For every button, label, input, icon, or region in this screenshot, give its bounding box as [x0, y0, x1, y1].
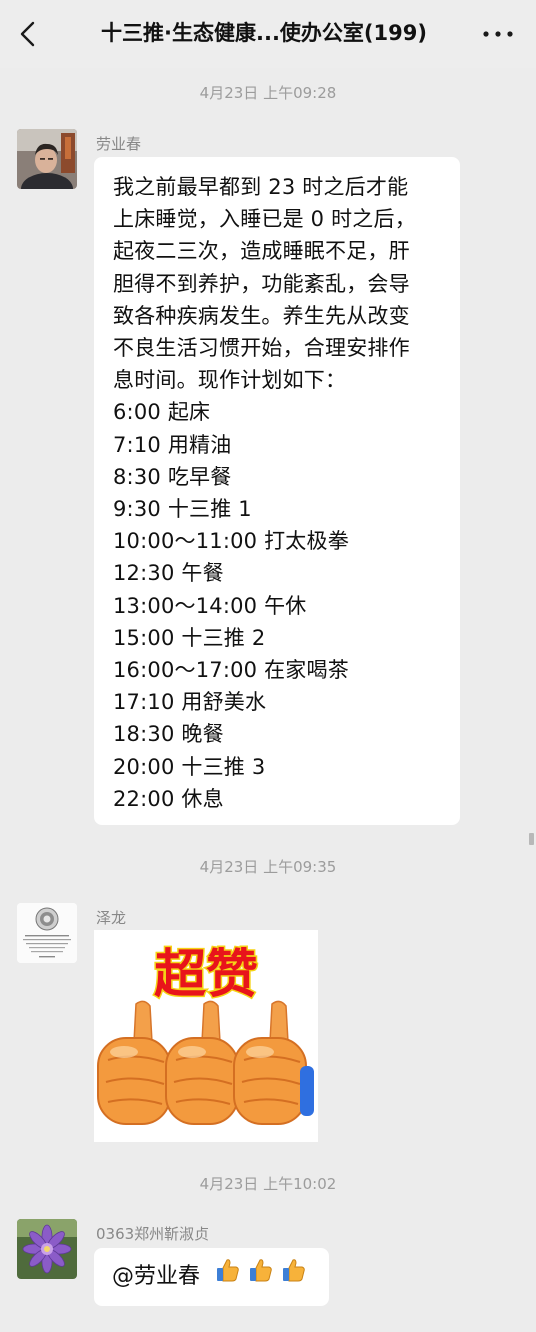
chat-title: 十三推·生态健康...使办公室(199)	[101, 21, 427, 45]
back-button[interactable]	[14, 18, 44, 50]
schedule-item: 16:00～17:00 在家喝茶	[113, 658, 349, 683]
sticker-text: 超赞	[154, 944, 258, 1005]
schedule-item: 8:30 吃早餐	[113, 464, 232, 489]
seal-emblem-avatar	[17, 903, 77, 963]
chat-header: 十三推·生态健康...使办公室(199)	[0, 0, 536, 68]
message-timestamp: 4月23日 上午09:28	[199, 84, 337, 102]
avatar-laoyechun[interactable]	[17, 129, 77, 189]
three-thumbs-up-sticker: 超赞	[94, 930, 318, 1142]
thumbs-up-icon	[283, 1259, 305, 1282]
sender-name: 劳业春	[96, 135, 142, 153]
man-photo-avatar	[17, 129, 77, 189]
message-line: 胆得不到养护，功能紊乱，会导	[113, 271, 410, 296]
thumbs-up-icon	[217, 1259, 239, 1282]
message-timestamp: 4月23日 上午10:02	[199, 1175, 337, 1193]
thumbs-up-emojis	[215, 1248, 307, 1306]
schedule-item: 9:30 十三推 1	[113, 497, 252, 522]
sender-name: 泽龙	[96, 909, 127, 927]
mention-text[interactable]: @劳业春	[112, 1264, 200, 1289]
schedule-item: 13:00～14:00 午休	[113, 593, 307, 618]
schedule-item: 6:00 起床	[113, 400, 211, 425]
avatar-zelong[interactable]	[17, 903, 77, 963]
message-line: 我之前最早都到 23 时之后才能	[113, 175, 409, 199]
message-line: 息时间。现作计划如下：	[113, 368, 347, 393]
schedule-item: 22:00 休息	[113, 786, 224, 811]
schedule-item: 12:30 午餐	[113, 561, 224, 586]
chevron-left-icon	[20, 21, 35, 47]
sender-name: 0363郑州靳淑贞	[96, 1225, 210, 1243]
schedule-item: 7:10 用精油	[113, 432, 232, 457]
avatar-jinshuzhen[interactable]	[17, 1219, 77, 1279]
schedule-item: 20:00 十三推 3	[113, 754, 266, 779]
message-line: 致各种疾病发生。养生先从改变	[113, 303, 410, 328]
sticker-image[interactable]: 超赞	[94, 930, 318, 1142]
message-bubble[interactable]: @劳业春	[94, 1248, 329, 1306]
scroll-indicator[interactable]	[529, 833, 534, 845]
schedule-item: 18:30 晚餐	[113, 722, 224, 747]
ellipsis-icon	[483, 31, 513, 37]
message-bubble[interactable]: 我之前最早都到 23 时之后才能 上床睡觉，入睡已是 0 时之后， 起夜二三次，…	[94, 157, 460, 825]
more-button[interactable]	[478, 18, 518, 50]
message-line: 起夜二三次，造成睡眠不足，肝	[113, 239, 410, 264]
thumbs-up-icon	[250, 1259, 272, 1282]
purple-flower-avatar	[17, 1219, 77, 1279]
schedule-item: 10:00～11:00 打太极拳	[113, 529, 349, 554]
message-line: 不良生活习惯开始，合理安排作	[113, 336, 410, 361]
message-timestamp: 4月23日 上午09:35	[199, 858, 337, 876]
message-line: 上床睡觉，入睡已是 0 时之后，	[113, 207, 416, 232]
schedule-item: 15:00 十三推 2	[113, 625, 266, 650]
schedule-item: 17:10 用舒美水	[113, 690, 267, 715]
